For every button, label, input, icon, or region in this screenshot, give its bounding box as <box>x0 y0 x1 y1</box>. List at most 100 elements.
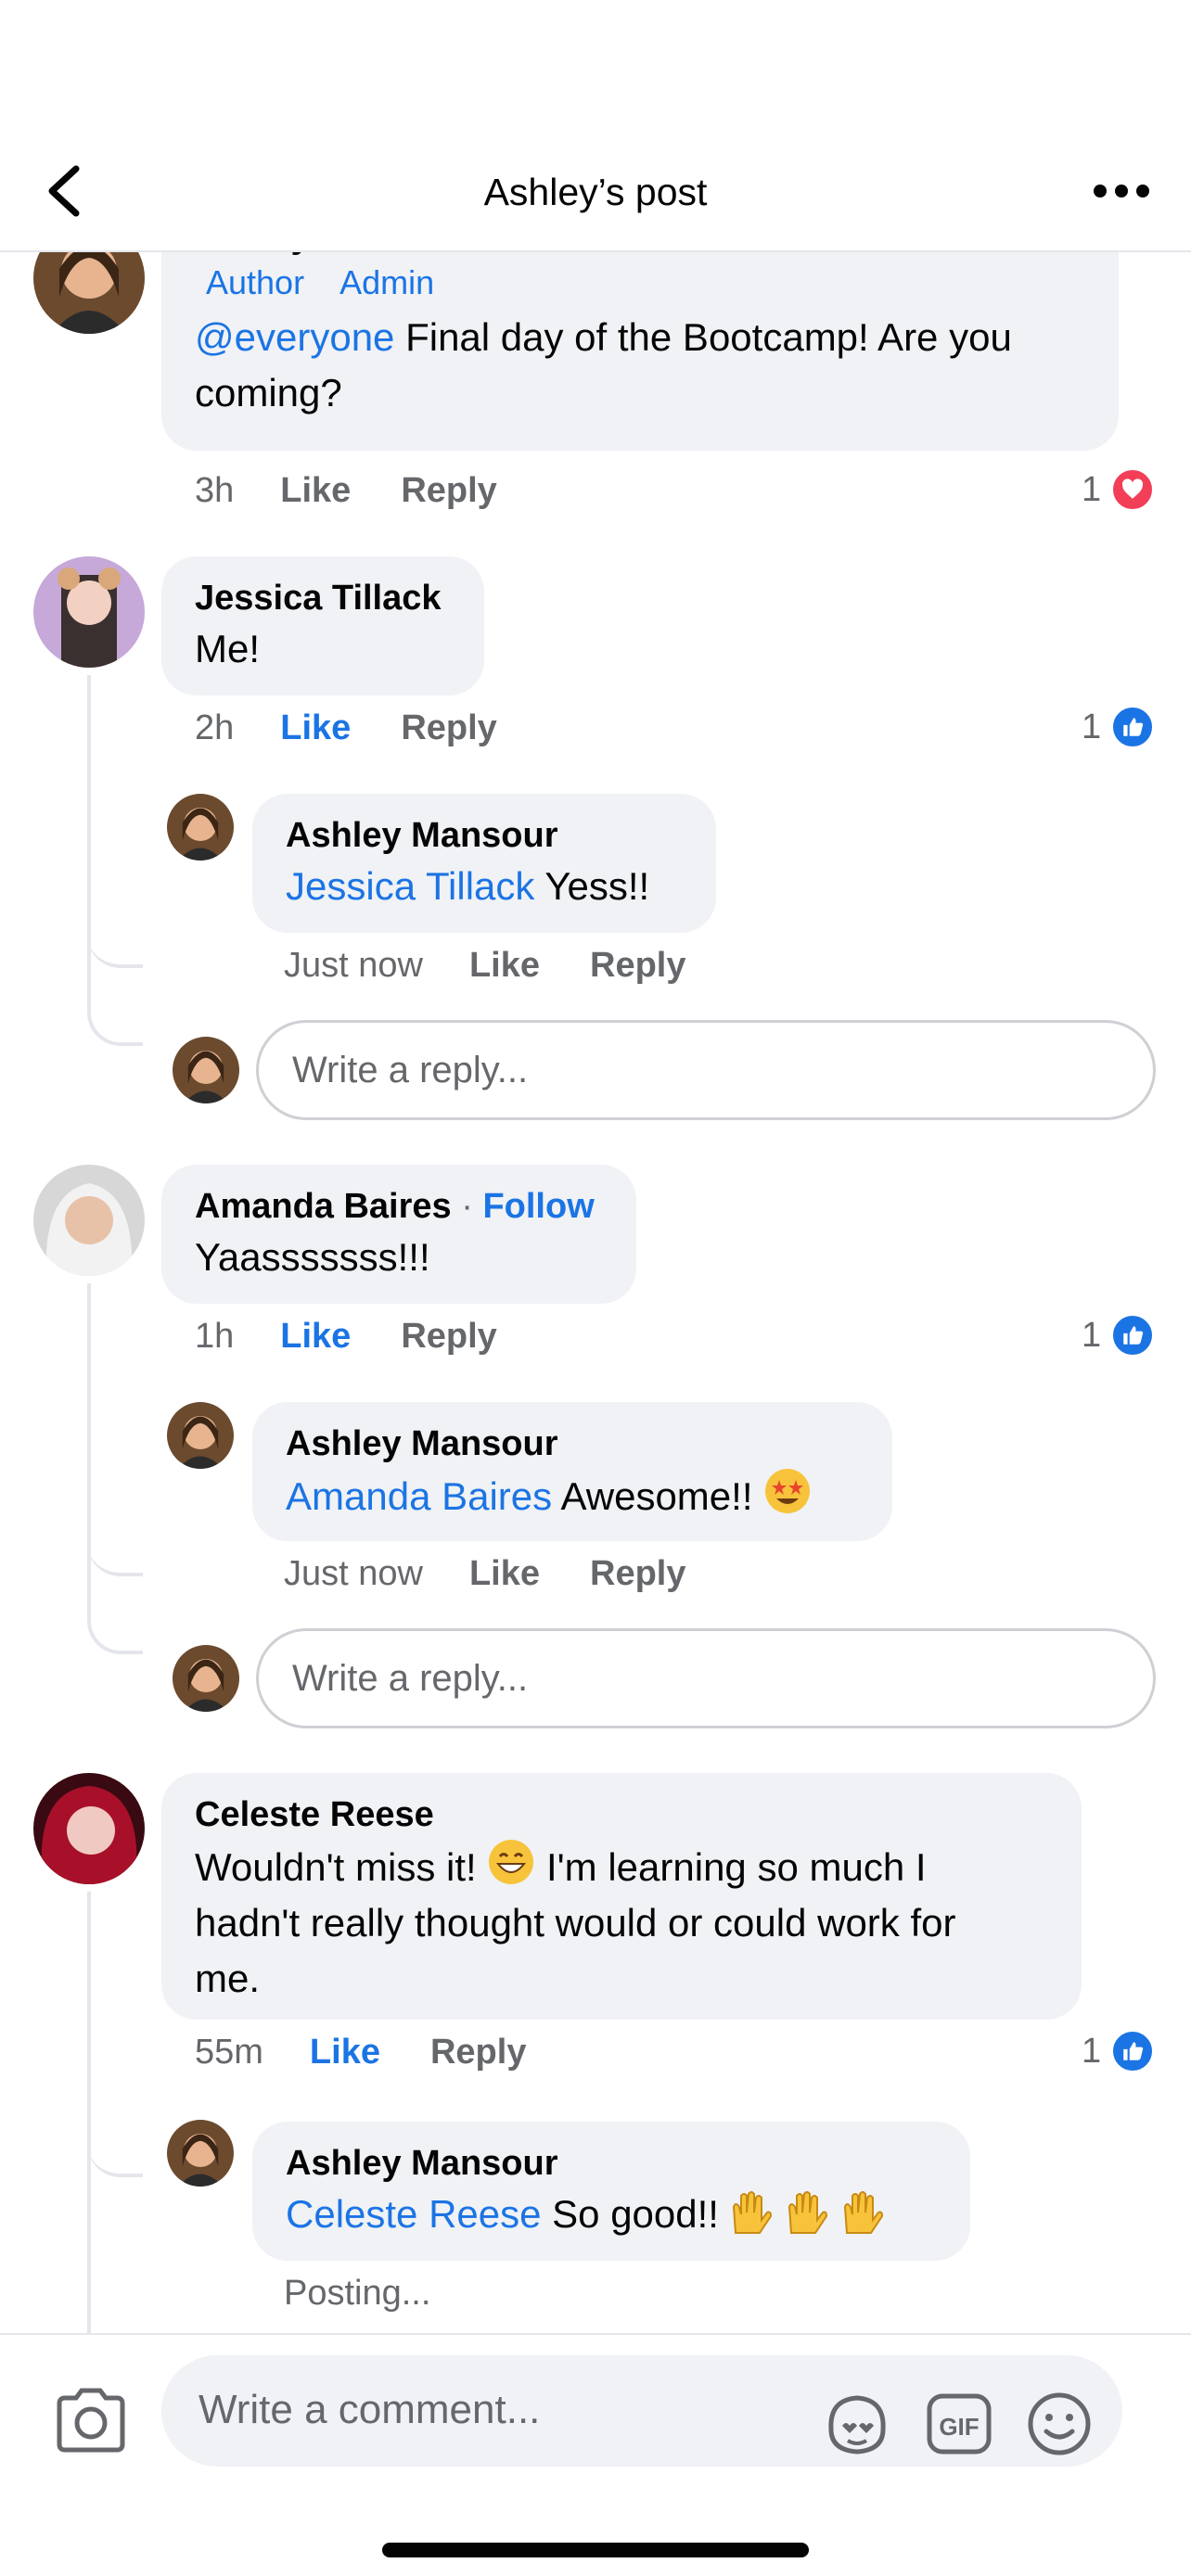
smiley-icon <box>1028 2392 1091 2455</box>
comment-author[interactable]: Celeste Reese <box>195 1792 1048 1838</box>
author-badges: Author Admin <box>195 261 1085 304</box>
reply-author[interactable]: Ashley Mansour <box>286 812 683 859</box>
like-button[interactable]: Like <box>469 1554 540 1594</box>
comment-author[interactable]: Jessica Tillack <box>195 575 451 621</box>
comment-thread: Ashley Mansour Author Admin @everyone Fi… <box>0 252 1191 2333</box>
avatar[interactable] <box>33 1165 145 1276</box>
posting-status: Posting... <box>284 2274 431 2313</box>
mention-link[interactable]: Amanda Baires <box>286 1474 552 1518</box>
comment-text: Yaasssssss!!! <box>195 1235 430 1279</box>
mention-link[interactable]: Celeste Reese <box>286 2192 541 2236</box>
like-button[interactable]: Like <box>280 1317 351 1357</box>
raising-hands-emoji <box>732 2191 883 2234</box>
reply-connector <box>87 2144 143 2177</box>
mention-link[interactable]: @everyone <box>195 315 394 359</box>
home-indicator <box>382 2543 809 2557</box>
reaction-summary[interactable]: 1 <box>1082 705 1156 749</box>
reply-text: Celeste Reese So good!! <box>286 2187 937 2242</box>
camera-icon <box>57 2388 125 2453</box>
comment-bubble: Amanda Baires · Follow Yaasssssss!!! <box>161 1165 636 1304</box>
comment-composer: Write a comment... GIF <box>0 2333 1191 2576</box>
avatar[interactable] <box>167 794 234 861</box>
reply-button[interactable]: Reply <box>401 1317 496 1357</box>
reply-connector <box>87 1543 143 1576</box>
comment-text: Me! <box>195 627 261 670</box>
reply-text: Amanda Baires Awesome!! <box>286 1467 859 1524</box>
follow-button[interactable]: Follow <box>482 1187 594 1226</box>
gif-button[interactable]: GIF <box>924 2389 994 2459</box>
comment-placeholder: Write a comment... <box>198 2387 541 2432</box>
reaction-summary[interactable]: 1 <box>1082 1313 1156 1358</box>
comment-author[interactable]: Ashley Mansour <box>195 252 1085 260</box>
avatar <box>173 1645 239 1712</box>
comment-author-row: Amanda Baires · Follow <box>195 1187 595 1226</box>
svg-text:GIF: GIF <box>939 2413 979 2441</box>
comment-text: Wouldn't miss it! I'm learning so much I… <box>195 1838 1048 2007</box>
comment-input[interactable]: Write a comment... GIF <box>161 2355 1122 2467</box>
reaction-count: 1 <box>1082 2031 1102 2071</box>
reply-time: Just now <box>284 946 423 985</box>
reply-author[interactable]: Ashley Mansour <box>286 2140 937 2187</box>
reply-connector <box>87 1602 143 1654</box>
reaction-count: 1 <box>1082 1315 1102 1355</box>
more-horizontal-icon <box>1094 185 1149 198</box>
author-badge: Author <box>195 261 316 304</box>
comment-actions: 2h Like Reply <box>195 708 547 748</box>
avatar-sticker-icon <box>828 2395 886 2455</box>
avatar <box>173 1037 239 1103</box>
mention-link[interactable]: Jessica Tillack <box>286 864 534 908</box>
avatar[interactable] <box>167 2120 234 2187</box>
like-button[interactable]: Like <box>280 708 351 748</box>
comment-bubble: Celeste Reese Wouldn't miss it! I'm lear… <box>161 1773 1082 2020</box>
comment-time: 1h <box>195 1317 235 1356</box>
grinning-emoji <box>489 1840 534 1884</box>
reply-button[interactable]: Reply <box>430 2033 526 2072</box>
reply-actions: Just now Like Reply <box>284 1554 736 1594</box>
reply-input[interactable]: Write a reply... <box>256 1020 1156 1120</box>
reaction-count: 1 <box>1082 469 1102 509</box>
avatar[interactable] <box>33 252 145 334</box>
comment-text: @everyone Final day of the Bootcamp! Are… <box>195 315 1012 414</box>
reply-text: Jessica Tillack Yess!! <box>286 864 650 908</box>
comment-actions: 55m Like Reply <box>195 2033 576 2072</box>
comment-author[interactable]: Amanda Baires <box>195 1187 452 1226</box>
reply-bubble: Ashley Mansour Jessica Tillack Yess!! <box>252 794 716 933</box>
comment-actions: 3h Like Reply <box>195 471 547 511</box>
admin-badge: Admin <box>328 261 446 304</box>
top-bar: Ashley’s post <box>0 0 1191 252</box>
reply-input[interactable]: Write a reply... <box>256 1628 1156 1728</box>
comment-time: 3h <box>195 471 235 510</box>
reaction-summary[interactable]: 1 <box>1082 467 1156 512</box>
comment-bubble: Jessica Tillack Me! <box>161 556 484 695</box>
more-options-button[interactable] <box>1089 171 1154 211</box>
camera-button[interactable] <box>54 2387 128 2454</box>
avatar-sticker-button[interactable] <box>822 2389 892 2459</box>
comment-time: 2h <box>195 708 235 747</box>
gif-icon: GIF <box>927 2393 992 2455</box>
comment-actions: 1h Like Reply <box>195 1317 547 1357</box>
reply-button[interactable]: Reply <box>401 471 496 511</box>
comment-bubble: Ashley Mansour Author Admin @everyone Fi… <box>161 252 1119 451</box>
reply-author[interactable]: Ashley Mansour <box>286 1421 859 1467</box>
reply-button[interactable]: Reply <box>590 1554 685 1594</box>
avatar[interactable] <box>33 556 145 668</box>
reply-connector <box>87 935 143 968</box>
thumbs-up-icon <box>1110 1313 1156 1358</box>
reply-connector <box>87 994 143 1046</box>
thumbs-up-icon <box>1110 705 1156 749</box>
heart-icon <box>1110 467 1156 512</box>
avatar[interactable] <box>33 1773 145 1884</box>
avatar[interactable] <box>167 1402 234 1469</box>
page-title: Ashley’s post <box>483 171 708 213</box>
like-button[interactable]: Like <box>310 2033 380 2072</box>
reaction-summary[interactable]: 1 <box>1082 2029 1156 2073</box>
like-button[interactable]: Like <box>469 946 540 986</box>
reply-button[interactable]: Reply <box>401 708 496 748</box>
like-button[interactable]: Like <box>280 471 351 511</box>
reply-button[interactable]: Reply <box>590 946 685 986</box>
reply-bubble: Ashley Mansour Celeste Reese So good!! <box>252 2122 970 2261</box>
thumbs-up-icon <box>1110 2029 1156 2073</box>
reply-bubble: Ashley Mansour Amanda Baires Awesome!! <box>252 1402 892 1541</box>
emoji-button[interactable] <box>1024 2389 1095 2459</box>
reaction-count: 1 <box>1082 707 1102 746</box>
